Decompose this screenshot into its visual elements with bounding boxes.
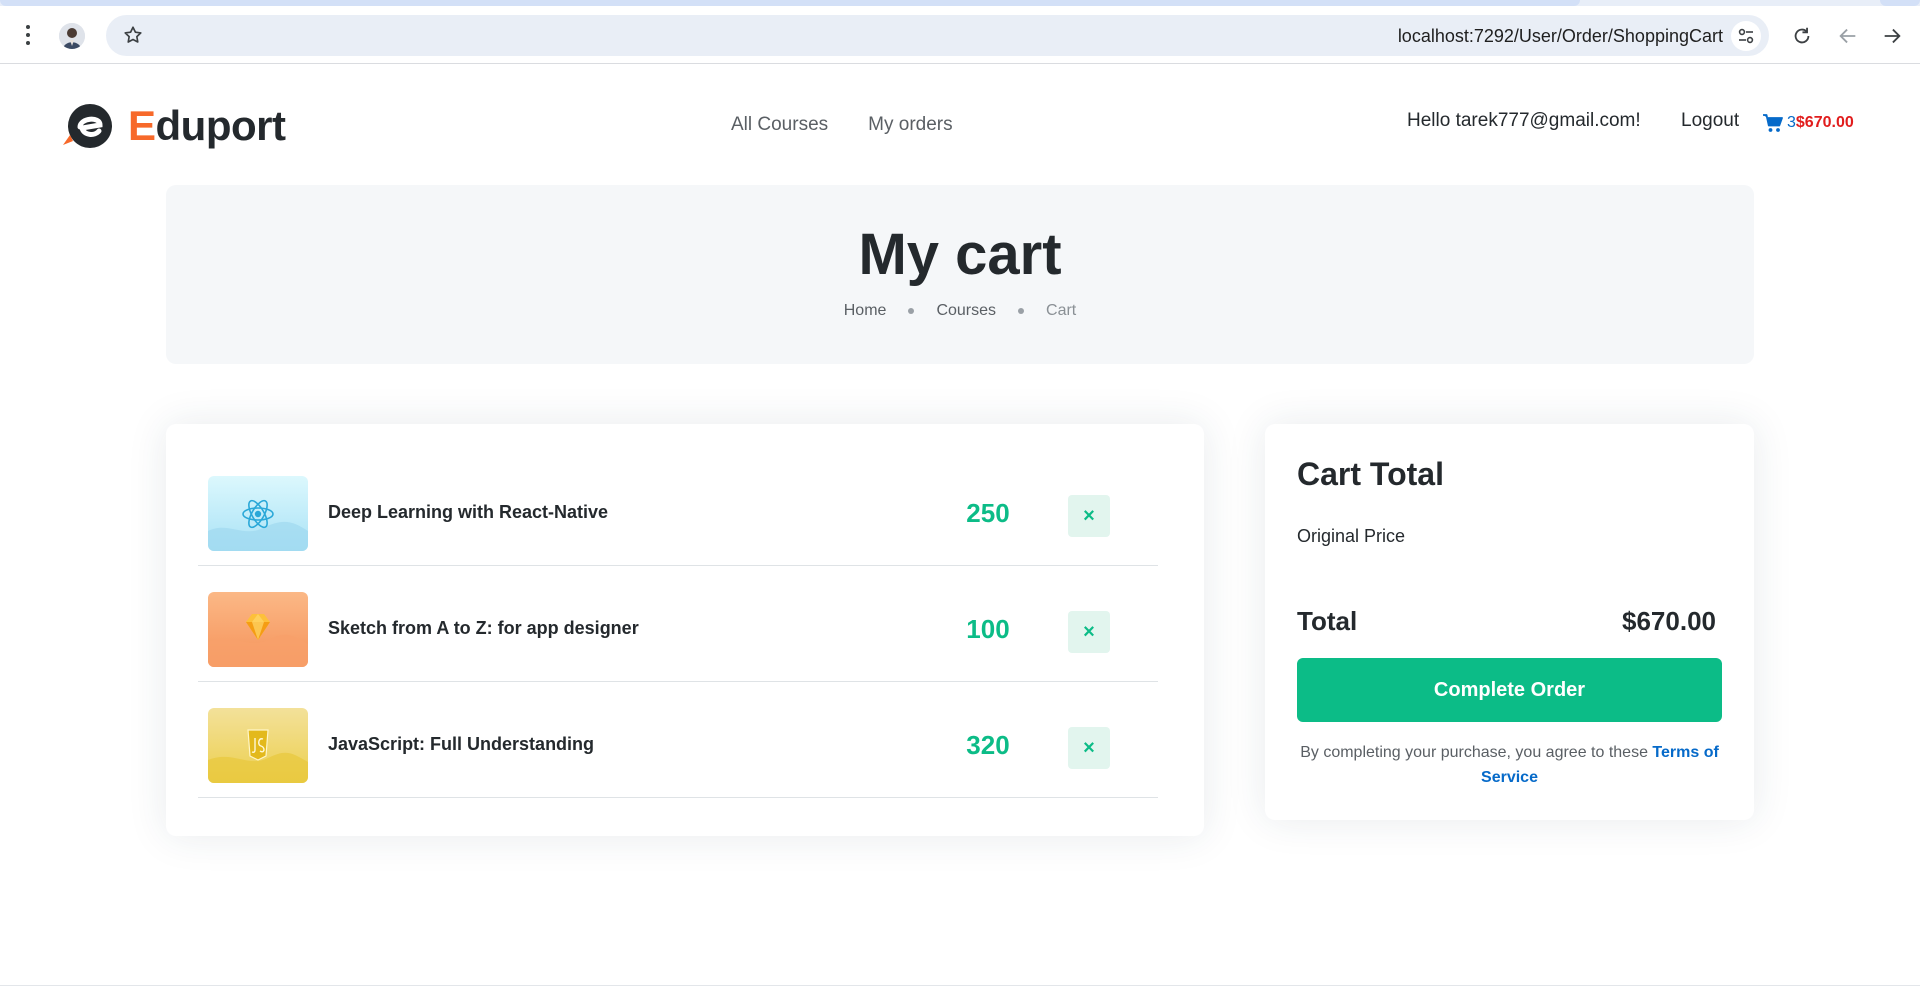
course-thumbnail[interactable]	[208, 476, 308, 551]
logo-text: Eduport	[128, 102, 286, 150]
sketch-diamond-icon	[208, 614, 308, 667]
total-label: Total	[1297, 606, 1358, 636]
logo-e-icon	[63, 104, 112, 148]
logout-link[interactable]: Logout	[1681, 110, 1739, 132]
address-bar[interactable]: localhost:7292/User/Order/ShoppingCart	[106, 15, 1769, 56]
course-thumbnail[interactable]	[208, 708, 308, 783]
cart-item-row: JavaScript: Full Understanding 320 ×	[198, 682, 1158, 798]
forward-arrow-icon[interactable]	[1881, 25, 1903, 47]
logo-rest: duport	[155, 102, 286, 149]
cart-item-row: Sketch from A to Z: for app designer 100…	[198, 566, 1158, 682]
cart-count: 3	[1787, 114, 1796, 131]
site-header: Eduport All Courses My orders Hello tare…	[0, 65, 1920, 185]
breadcrumb: Home Courses Cart	[166, 302, 1754, 320]
course-price: 320	[966, 730, 1010, 760]
close-icon: ×	[1083, 736, 1095, 759]
terms-text: By completing your purchase, you agree t…	[1300, 744, 1653, 761]
site-settings-icon[interactable]	[1731, 21, 1761, 51]
page-title: My cart	[858, 222, 1062, 287]
course-title[interactable]: JavaScript: Full Understanding	[328, 734, 594, 755]
breadcrumb-separator	[908, 308, 915, 314]
course-thumbnail[interactable]	[208, 592, 308, 667]
cart-item-row: Deep Learning with React-Native 250 ×	[198, 450, 1158, 566]
course-title[interactable]: Deep Learning with React-Native	[328, 502, 608, 523]
cart-items-card: Deep Learning with React-Native 250 × Sk…	[166, 424, 1204, 836]
remove-item-button[interactable]: ×	[1068, 495, 1110, 537]
react-icon	[208, 499, 308, 551]
total-value: $670.00	[1622, 606, 1716, 636]
header-cart-link[interactable]: 3 $670.00	[1762, 113, 1854, 133]
nav-my-orders[interactable]: My orders	[868, 114, 952, 136]
nav-all-courses[interactable]: All Courses	[731, 114, 828, 136]
remove-item-button[interactable]: ×	[1068, 727, 1110, 769]
browser-toolbar: localhost:7292/User/Order/ShoppingCart	[0, 6, 1920, 64]
course-price: 250	[966, 498, 1010, 528]
url-text[interactable]: localhost:7292/User/Order/ShoppingCart	[1398, 26, 1723, 47]
cart-amount: $670.00	[1795, 114, 1854, 131]
cart-total-heading: Cart Total	[1297, 456, 1444, 492]
bookmark-star-icon[interactable]	[122, 24, 144, 46]
close-icon: ×	[1083, 620, 1095, 643]
user-greeting: Hello tarek777@gmail.com!	[1407, 110, 1641, 131]
page-bottom-divider	[0, 985, 1920, 986]
breadcrumb-courses[interactable]: Courses	[936, 302, 996, 320]
more-vert-icon[interactable]	[18, 20, 38, 50]
terms-notice: By completing your purchase, you agree t…	[1297, 740, 1722, 790]
reload-icon[interactable]	[1791, 25, 1813, 47]
course-title[interactable]: Sketch from A to Z: for app designer	[328, 618, 639, 639]
remove-item-button[interactable]: ×	[1068, 611, 1110, 653]
breadcrumb-cart: Cart	[1046, 302, 1077, 319]
course-price: 100	[966, 614, 1010, 644]
js-shield-icon	[208, 729, 308, 783]
original-price-label: Original Price	[1297, 526, 1406, 546]
profile-avatar[interactable]	[59, 23, 85, 49]
eduport-logo[interactable]: Eduport	[60, 101, 286, 151]
logo-accent-letter: E	[128, 102, 156, 149]
close-icon: ×	[1083, 504, 1095, 527]
cart-total-card: Cart Total Original Price Total $670.00 …	[1265, 424, 1754, 820]
breadcrumb-separator	[1018, 308, 1025, 314]
back-arrow-icon[interactable]	[1837, 25, 1859, 47]
page-title-banner: My cart Home Courses Cart	[166, 185, 1754, 364]
complete-order-button[interactable]: Complete Order	[1297, 658, 1722, 722]
cart-icon	[1763, 114, 1783, 132]
main-nav: All Courses My orders	[731, 114, 953, 136]
breadcrumb-home[interactable]: Home	[844, 302, 887, 320]
